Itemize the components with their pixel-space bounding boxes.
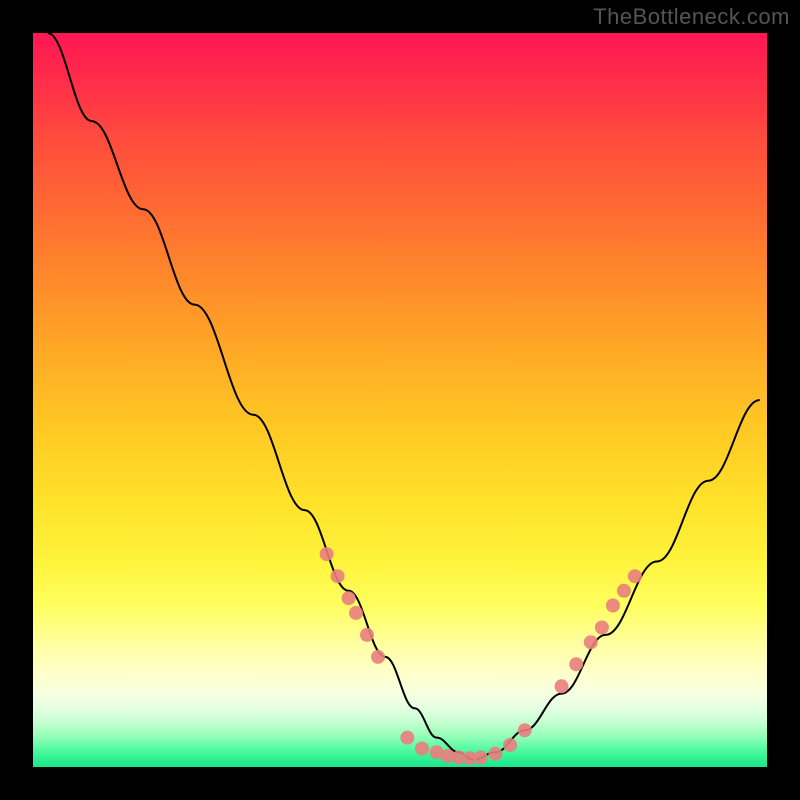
marker-dot — [400, 731, 414, 745]
curve-layer — [33, 33, 767, 767]
marker-dot — [628, 569, 642, 583]
marker-dot — [518, 723, 532, 737]
bottleneck-curve — [48, 33, 760, 760]
marker-dot — [584, 635, 598, 649]
valley-markers — [400, 723, 532, 765]
marker-dot — [371, 650, 385, 664]
marker-dot — [555, 679, 569, 693]
marker-dot — [415, 742, 429, 756]
marker-dot — [503, 738, 517, 752]
marker-dot — [606, 599, 620, 613]
marker-dot — [320, 547, 334, 561]
watermark-text: TheBottleneck.com — [593, 4, 790, 30]
plot-area — [33, 33, 767, 767]
marker-dot — [474, 751, 488, 765]
marker-dot — [349, 606, 363, 620]
marker-dot — [595, 621, 609, 635]
marker-dot — [331, 569, 345, 583]
marker-dot — [360, 628, 374, 642]
right-marker-band — [555, 569, 642, 693]
chart-container: TheBottleneck.com — [0, 0, 800, 800]
marker-dot — [617, 584, 631, 598]
marker-dot — [342, 591, 356, 605]
marker-dot — [488, 747, 502, 761]
marker-dot — [569, 657, 583, 671]
